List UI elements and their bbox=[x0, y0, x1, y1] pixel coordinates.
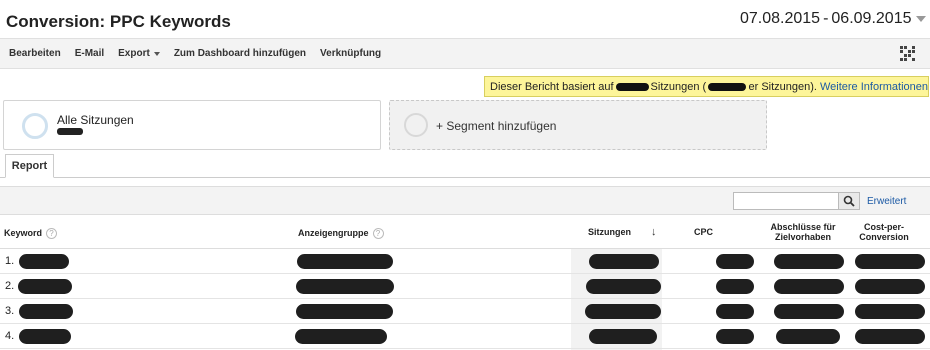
notice-text-c: er Sitzungen). bbox=[748, 80, 817, 93]
redacted-cost bbox=[855, 279, 925, 294]
redacted-cpc bbox=[716, 254, 754, 269]
col-keyword-label: Keyword bbox=[4, 228, 43, 238]
help-icon[interactable]: ? bbox=[46, 228, 58, 240]
table-row[interactable]: 3. bbox=[0, 299, 930, 324]
segment-all-sessions[interactable]: Alle Sitzungen bbox=[3, 100, 381, 150]
table-toolbar: Erweitert bbox=[0, 186, 930, 215]
report-toolbar: Bearbeiten E-Mail Export Zum Dashboard h… bbox=[0, 38, 930, 69]
redacted-value bbox=[57, 128, 83, 135]
segment-ring-icon bbox=[404, 113, 428, 137]
col-cpc[interactable]: CPC bbox=[694, 227, 713, 237]
redacted-sessions bbox=[585, 304, 661, 319]
col-ad-group-label: Anzeigengruppe bbox=[298, 228, 369, 238]
redacted-cpc bbox=[716, 329, 754, 344]
row-number: 1. bbox=[5, 255, 15, 267]
redacted-ad-group bbox=[297, 254, 393, 269]
col-ad-group[interactable]: Anzeigengruppe? bbox=[298, 228, 384, 240]
edit-button[interactable]: Bearbeiten bbox=[9, 48, 61, 59]
row-number: 3. bbox=[5, 305, 15, 317]
redacted-keyword[interactable] bbox=[18, 279, 72, 294]
row-number: 2. bbox=[5, 280, 15, 292]
redacted-value bbox=[615, 82, 649, 91]
page-title: Conversion: PPC Keywords bbox=[6, 12, 231, 31]
advanced-filter-link[interactable]: Erweitert bbox=[867, 196, 906, 207]
col-keyword[interactable]: Keyword? bbox=[4, 228, 58, 240]
notice-text-a: Dieser Bericht basiert auf bbox=[490, 80, 614, 93]
redacted-cost bbox=[855, 254, 925, 269]
chevron-down-icon[interactable] bbox=[916, 16, 927, 22]
redacted-ad-group bbox=[296, 304, 393, 319]
redacted-cost bbox=[855, 329, 925, 344]
shortcut-button[interactable]: Verknüpfung bbox=[320, 48, 381, 59]
col-cost-line2: Conversion bbox=[859, 232, 909, 242]
redacted-value bbox=[708, 82, 747, 91]
tab-divider bbox=[0, 177, 930, 178]
col-conversions-line1: Abschlüsse für bbox=[770, 222, 836, 232]
redacted-conversions bbox=[776, 329, 840, 344]
col-cost-line1: Cost-per- bbox=[864, 222, 904, 232]
tab-report[interactable]: Report bbox=[5, 154, 54, 178]
col-cost-per-conversion[interactable]: Cost-per- Conversion bbox=[852, 222, 916, 242]
col-sessions[interactable]: Sitzungen bbox=[588, 227, 631, 237]
redacted-cpc bbox=[716, 279, 754, 294]
redacted-sessions bbox=[589, 329, 657, 344]
help-icon[interactable]: ? bbox=[372, 228, 384, 240]
redacted-sessions bbox=[589, 254, 659, 269]
search-icon bbox=[843, 195, 855, 207]
export-label: Export bbox=[118, 48, 150, 59]
redacted-conversions bbox=[774, 279, 844, 294]
table-row[interactable]: 2. bbox=[0, 274, 930, 299]
date-separator: - bbox=[823, 10, 829, 27]
notice-text-b: Sitzungen ( bbox=[650, 80, 707, 93]
segment-ring-icon bbox=[22, 113, 48, 139]
export-button[interactable]: Export bbox=[118, 48, 160, 59]
dropdown-arrow-icon bbox=[153, 51, 160, 56]
redacted-keyword[interactable] bbox=[19, 329, 71, 344]
table-header: Keyword? Anzeigengruppe? Sitzungen CPC A… bbox=[0, 216, 930, 249]
more-info-link[interactable]: Weitere Informationen bbox=[820, 81, 928, 93]
col-conversions-line2: Zielvorhaben bbox=[774, 232, 831, 242]
redacted-keyword[interactable] bbox=[19, 304, 73, 319]
redacted-cost bbox=[855, 304, 925, 319]
add-segment-label: + Segment hinzufügen bbox=[436, 119, 557, 133]
qr-code-icon[interactable] bbox=[900, 46, 916, 62]
add-segment-button[interactable]: + Segment hinzufügen bbox=[389, 100, 767, 150]
redacted-cpc bbox=[716, 304, 754, 319]
date-end: 06.09.2015 bbox=[831, 10, 912, 27]
sort-descending-icon[interactable]: ↓ bbox=[651, 226, 657, 238]
date-range-picker[interactable]: 07.08.2015 - 06.09.2015 bbox=[740, 8, 927, 30]
date-start: 07.08.2015 bbox=[740, 10, 821, 27]
search-input[interactable] bbox=[733, 192, 839, 210]
redacted-conversions bbox=[774, 304, 844, 319]
table-row[interactable]: 4. bbox=[0, 324, 930, 349]
col-conversions[interactable]: Abschlüsse für Zielvorhaben bbox=[768, 222, 838, 242]
redacted-conversions bbox=[774, 254, 844, 269]
add-to-dashboard-button[interactable]: Zum Dashboard hinzufügen bbox=[174, 48, 306, 59]
segment-label: Alle Sitzungen bbox=[57, 113, 134, 127]
row-number: 4. bbox=[5, 330, 15, 342]
email-button[interactable]: E-Mail bbox=[75, 48, 104, 59]
redacted-ad-group bbox=[295, 329, 387, 344]
redacted-keyword[interactable] bbox=[19, 254, 69, 269]
sampling-notice: Dieser Bericht basiert auf Sitzungen ( e… bbox=[484, 76, 929, 97]
redacted-sessions bbox=[586, 279, 661, 294]
table-row[interactable]: 1. bbox=[0, 249, 930, 274]
redacted-ad-group bbox=[296, 279, 394, 294]
search-button[interactable] bbox=[838, 192, 860, 210]
